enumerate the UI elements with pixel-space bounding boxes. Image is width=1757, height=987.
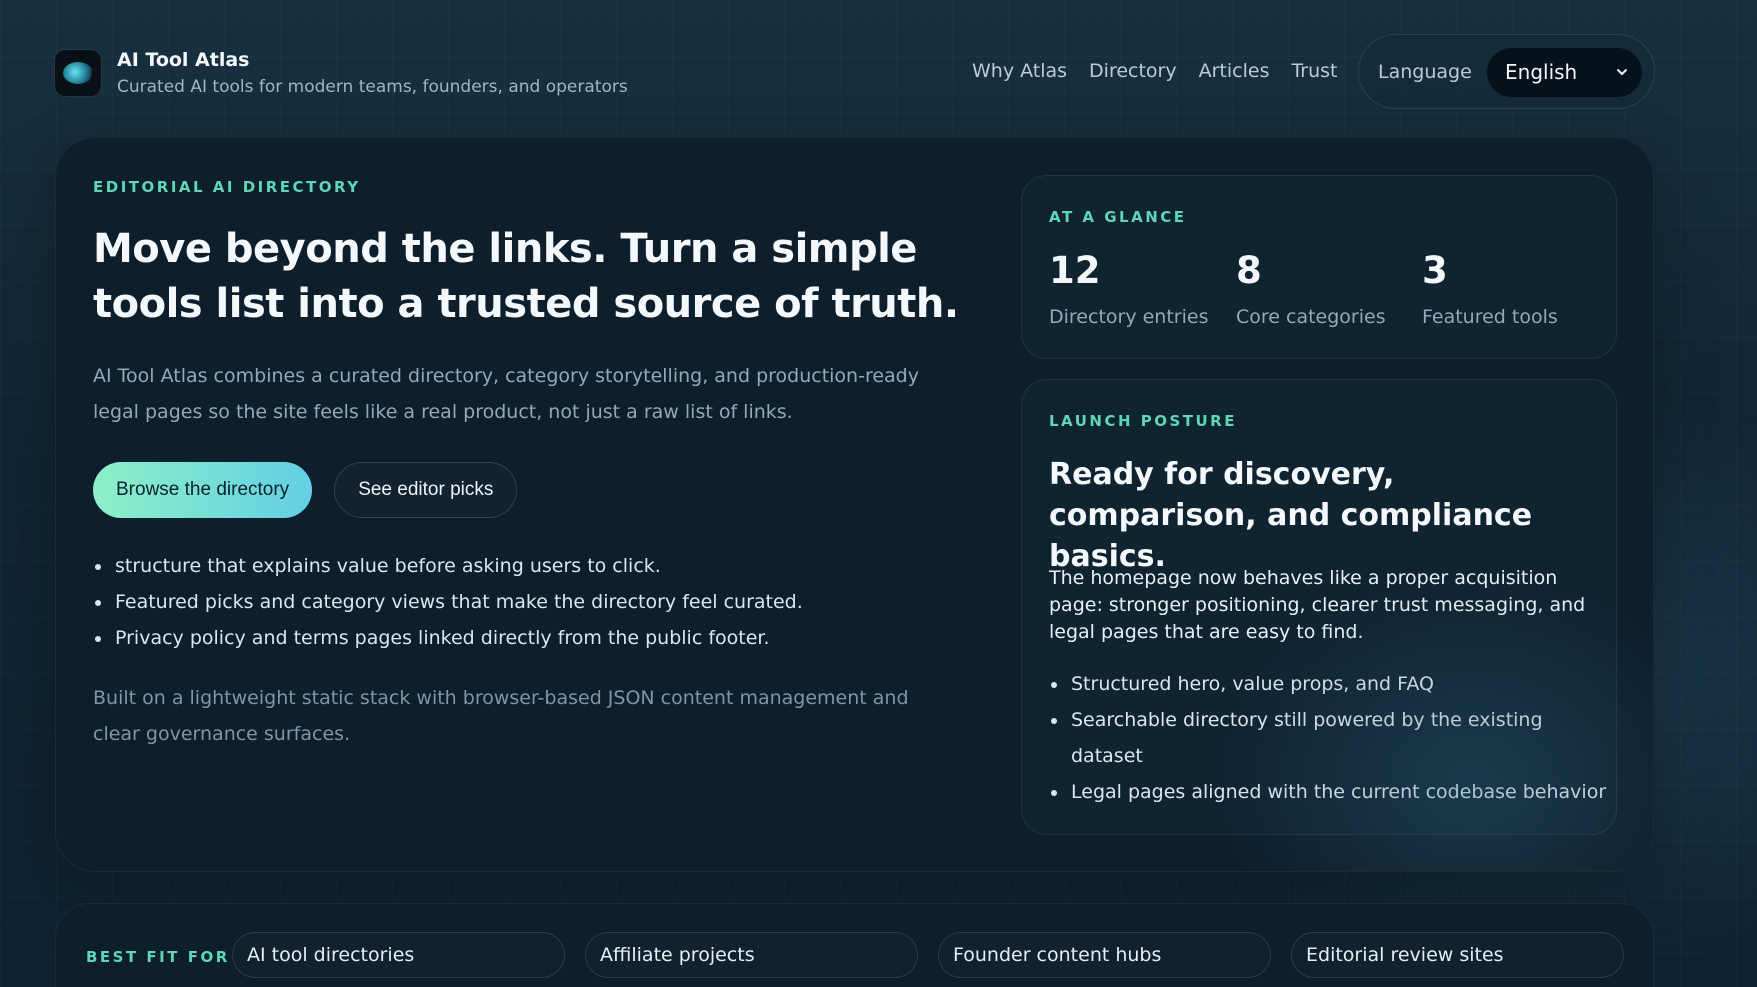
nav-trust[interactable]: Trust <box>1291 56 1337 86</box>
posture-list: Structured hero, value props, and FAQ Se… <box>1049 666 1609 810</box>
language-label: Language <box>1378 61 1472 83</box>
hero-actions: Browse the directory See editor picks <box>93 462 983 518</box>
stat-directory-entries: 12 Directory entries <box>1049 248 1209 330</box>
chip-ai-tool-directories[interactable]: AI tool directories <box>232 932 565 978</box>
launch-posture-panel: LAUNCH POSTURE Ready for discovery, comp… <box>1021 379 1617 835</box>
stat-label: Featured tools <box>1422 306 1558 328</box>
chip-editorial-review-sites[interactable]: Editorial review sites <box>1291 932 1624 978</box>
brand-subtitle: Curated AI tools for modern teams, found… <box>117 77 628 97</box>
glance-stats: 12 Directory entries 8 Core categories 3… <box>1049 248 1589 330</box>
list-item: structure that explains value before ask… <box>93 548 983 584</box>
editor-picks-button[interactable]: See editor picks <box>334 462 518 518</box>
brand-text: AI Tool Atlas Curated AI tools for moder… <box>117 48 628 98</box>
stat-value: 12 <box>1049 249 1101 292</box>
site-header: AI Tool Atlas Curated AI tools for moder… <box>55 34 1655 109</box>
hero-eyebrow: EDITORIAL AI DIRECTORY <box>93 178 361 196</box>
hero-description: AI Tool Atlas combines a curated directo… <box>93 365 919 423</box>
list-item: Searchable directory still powered by th… <box>1049 702 1609 774</box>
nav-directory[interactable]: Directory <box>1089 56 1177 86</box>
globe-icon <box>63 62 93 84</box>
bestfit-eyebrow: BEST FIT FOR <box>86 948 230 966</box>
hero-title: Move beyond the links. Turn a simple too… <box>93 226 959 327</box>
language-select[interactable]: English <box>1487 48 1642 97</box>
atlas-logo-icon <box>55 50 101 96</box>
language-switcher: Language English <box>1358 34 1655 109</box>
language-selected-value: English <box>1505 60 1578 84</box>
list-item: Privacy policy and terms pages linked di… <box>93 620 983 656</box>
hero-footnote: Built on a lightweight static stack with… <box>93 687 909 745</box>
hero-card: EDITORIAL AI DIRECTORY Move beyond the l… <box>55 137 1654 872</box>
stat-value: 3 <box>1422 249 1448 292</box>
chip-founder-content-hubs[interactable]: Founder content hubs <box>938 932 1271 978</box>
brand[interactable]: AI Tool Atlas Curated AI tools for moder… <box>55 48 628 98</box>
nav-articles[interactable]: Articles <box>1199 56 1270 86</box>
glance-eyebrow: AT A GLANCE <box>1049 208 1187 226</box>
stat-core-categories: 8 Core categories <box>1236 248 1391 330</box>
at-a-glance-panel: AT A GLANCE 12 Directory entries 8 Core … <box>1021 175 1617 359</box>
browse-directory-button[interactable]: Browse the directory <box>93 462 313 518</box>
stat-value: 8 <box>1236 249 1262 292</box>
stat-featured-tools: 3 Featured tools <box>1422 248 1558 330</box>
stat-label: Directory entries <box>1049 306 1209 328</box>
list-item: Featured picks and category views that m… <box>93 584 983 620</box>
chevron-down-icon <box>1616 48 1628 118</box>
main-nav: Why Atlas Directory Articles Trust <box>972 56 1338 86</box>
posture-description: The homepage now behaves like a proper a… <box>1049 567 1586 643</box>
nav-why-atlas[interactable]: Why Atlas <box>972 56 1067 86</box>
posture-eyebrow: LAUNCH POSTURE <box>1049 412 1237 430</box>
brand-title: AI Tool Atlas <box>117 49 250 71</box>
hero-bullet-list: structure that explains value before ask… <box>93 548 983 656</box>
chip-affiliate-projects[interactable]: Affiliate projects <box>585 932 918 978</box>
posture-title: Ready for discovery, comparison, and com… <box>1049 457 1533 574</box>
list-item: Structured hero, value props, and FAQ <box>1049 666 1609 702</box>
hero-content: EDITORIAL AI DIRECTORY Move beyond the l… <box>93 178 983 752</box>
best-fit-strip: BEST FIT FOR AI tool directories Affilia… <box>55 903 1654 987</box>
stat-label: Core categories <box>1236 306 1386 328</box>
list-item: Legal pages aligned with the current cod… <box>1049 774 1609 810</box>
